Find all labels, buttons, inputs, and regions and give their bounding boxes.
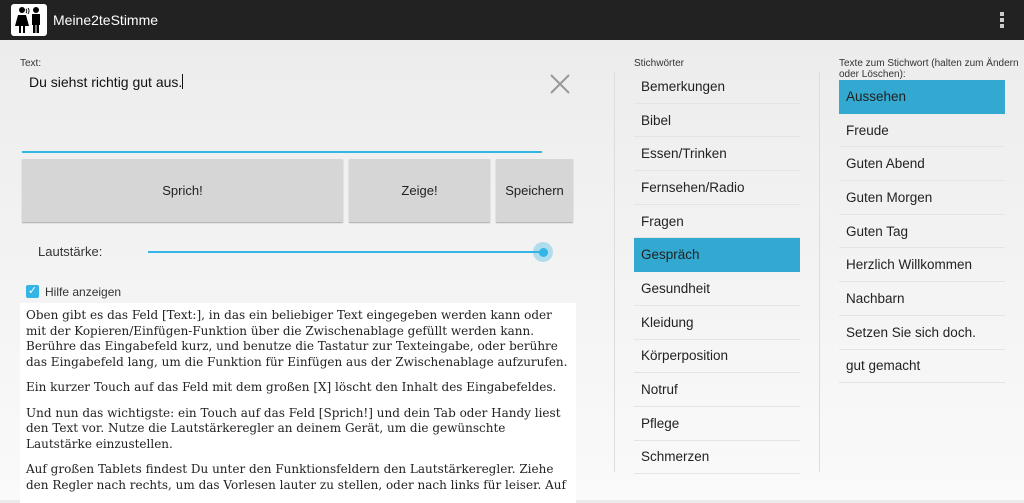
app-title: Meine2teStimme <box>53 12 159 28</box>
text-label: Text: <box>20 58 42 69</box>
speak-button[interactable]: Sprich! <box>22 159 343 222</box>
help-checkbox-label: Hilfe anzeigen <box>45 285 122 299</box>
texts-list-item[interactable]: Aussehen <box>839 80 1005 114</box>
action-bar: Meine2teStimme <box>0 0 1024 40</box>
help-paragraph: Und nun das wichtigste: ein Touch auf da… <box>26 405 561 451</box>
show-button[interactable]: Zeige! <box>349 159 490 222</box>
keywords-list-item[interactable]: Kleidung <box>634 306 800 340</box>
volume-slider[interactable] <box>148 251 544 253</box>
volume-slider-thumb[interactable] <box>533 242 553 262</box>
keywords-list[interactable]: Bemerkungen Bibel Essen/Trinken Fernsehen/R… <box>634 70 800 475</box>
keywords-list-item[interactable]: Fernsehen/Radio <box>634 171 800 205</box>
save-button[interactable]: Speichern <box>496 159 573 222</box>
keywords-list-item[interactable]: Essen/Trinken <box>634 137 800 172</box>
texts-list-item[interactable]: Freude <box>839 114 1005 148</box>
column-divider <box>614 72 615 472</box>
help-text: Oben gibt es das Feld [Text:], in das ei… <box>20 303 576 503</box>
text-input-underline <box>22 151 542 153</box>
column-divider <box>819 72 820 472</box>
keywords-list-item[interactable]: Notruf <box>634 373 800 407</box>
text-input-value: Du siehst richtig gut aus. <box>29 74 183 90</box>
help-paragraph: Oben gibt es das Feld [Text:], in das ei… <box>26 308 568 369</box>
help-paragraph: Ein kurzer Touch auf das Feld mit dem gr… <box>26 380 557 394</box>
keywords-list-item[interactable]: Gesundheit <box>634 272 800 306</box>
texts-list-item[interactable]: Nachbarn <box>839 282 1005 316</box>
help-paragraph: Auf großen Tablets findest Du unter den … <box>26 462 566 492</box>
keywords-list-item[interactable]: Bibel <box>634 104 800 138</box>
volume-label: Lautstärke: <box>38 244 103 259</box>
texts-list-item[interactable]: gut gemacht <box>839 350 1005 384</box>
overflow-menu-icon[interactable] <box>1000 12 1004 28</box>
texts-list[interactable]: Aussehen Freude Guten Abend Guten Morgen Gut… <box>839 80 1005 384</box>
close-x-icon[interactable] <box>549 73 571 95</box>
keywords-header: Stichwörter <box>634 58 685 69</box>
help-checkbox[interactable]: ✓ <box>26 285 39 298</box>
texts-list-item[interactable]: Guten Morgen <box>839 181 1005 215</box>
keywords-list-item[interactable]: Schmerzen <box>634 441 800 475</box>
app-logo-icon <box>11 4 47 36</box>
texts-list-item[interactable]: Guten Abend <box>839 147 1005 182</box>
texts-list-item[interactable]: Herzlich Willkommen <box>839 248 1005 283</box>
keywords-list-item[interactable]: Fragen <box>634 205 800 239</box>
text-input[interactable]: Du siehst richtig gut aus. <box>29 74 184 90</box>
texts-list-item[interactable]: Setzen Sie sich doch. <box>839 316 1005 350</box>
keywords-list-item[interactable]: Bemerkungen <box>634 70 800 104</box>
keywords-list-item[interactable]: Pflege <box>634 407 800 441</box>
texts-header: Texte zum Stichwort (halten zum Ändern o… <box>839 58 1019 80</box>
keywords-list-item[interactable]: Körperposition <box>634 340 800 374</box>
texts-list-item[interactable]: Guten Tag <box>839 215 1005 249</box>
keywords-list-item[interactable]: Gespräch <box>634 238 800 273</box>
